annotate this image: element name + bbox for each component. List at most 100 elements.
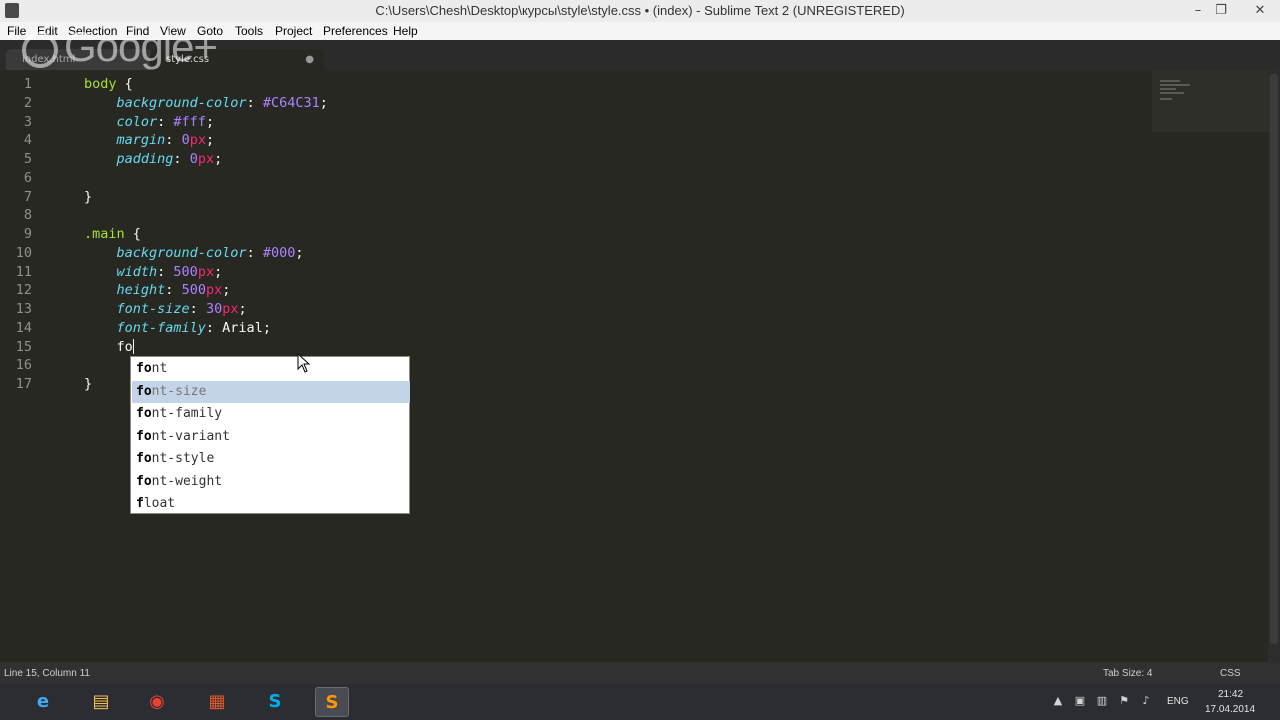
code-token: px	[222, 301, 239, 317]
autocomplete-item[interactable]: font-family	[132, 403, 410, 425]
line-number: 13	[15, 301, 32, 317]
match-text: fo	[136, 406, 152, 421]
minimap-line	[1160, 84, 1190, 86]
code-line[interactable]: 10 background-color: #000;	[0, 244, 1150, 263]
line-number: 7	[23, 188, 32, 205]
window-title-bar: C:\Users\Chesh\Desktop\курсы\style\style…	[0, 0, 1280, 22]
code-line[interactable]: 5 padding: 0px;	[0, 150, 1150, 169]
code-token: .main	[84, 226, 125, 242]
skype-icon[interactable]: S	[258, 687, 292, 717]
menu-preferences[interactable]: Preferences	[323, 24, 388, 38]
line-number: 4	[23, 132, 32, 149]
code-line[interactable]: 15 fo	[0, 338, 1150, 357]
action-center-icon[interactable]: ⚑	[1117, 695, 1131, 707]
windows-taskbar: e ▤ ◉ ▦ S S ▲ ▣ ▥ ⚑ ♪ ENG 21:42 17.04.20…	[0, 684, 1280, 720]
code-text: margin: 0px;	[84, 131, 215, 150]
match-text: f	[136, 496, 144, 511]
code-token: background-color	[116, 94, 247, 111]
autocomplete-item[interactable]: font-style	[132, 448, 410, 470]
code-text: font-family: Arial;	[84, 319, 271, 338]
code-line[interactable]: 13 font-size: 30px;	[0, 300, 1150, 319]
autocomplete-item[interactable]: font	[132, 358, 410, 380]
language-indicator[interactable]: ENG	[1167, 696, 1189, 707]
code-line[interactable]: 8	[0, 206, 1150, 225]
minimap-line	[1160, 92, 1184, 94]
minimap-line	[1160, 98, 1172, 100]
code-token: 0	[181, 132, 190, 149]
tab-size-indicator[interactable]: Tab Size: 4	[1103, 668, 1152, 679]
code-token: :	[157, 113, 174, 130]
modified-dot-icon[interactable]: ●	[305, 49, 314, 70]
code-line[interactable]: 2 background-color: #C64C31;	[0, 94, 1150, 113]
code-token: color	[116, 113, 158, 130]
code-token: 30	[205, 301, 223, 317]
code-token: :	[246, 94, 263, 111]
completion-rest: nt-style	[151, 451, 215, 466]
code-line[interactable]: 9 .main {	[0, 225, 1150, 244]
autocomplete-item[interactable]: font-variant	[132, 426, 410, 448]
match-text: fo	[136, 451, 152, 466]
syntax-indicator[interactable]: CSS	[1220, 668, 1241, 679]
code-line[interactable]: 1 body {	[0, 75, 1150, 94]
minimap-line	[1160, 80, 1180, 82]
code-line[interactable]: 11 width: 500px;	[0, 263, 1150, 282]
internet-explorer-icon[interactable]: e	[26, 687, 60, 717]
clock-time[interactable]: 21:42	[1218, 689, 1243, 700]
line-number: 9	[23, 226, 32, 242]
menu-help[interactable]: Help	[393, 24, 418, 38]
scrollbar-thumb[interactable]	[1270, 74, 1278, 644]
code-token: ;	[214, 263, 223, 280]
code-text: }	[84, 375, 92, 394]
code-text: padding: 0px;	[84, 150, 223, 169]
google-plus-watermark: Google+	[22, 23, 218, 70]
autocomplete-item[interactable]: font-size	[132, 380, 410, 403]
match-text: fo	[136, 383, 152, 399]
chrome-icon[interactable]: ◉	[140, 687, 174, 717]
code-text: font-size: 30px;	[84, 300, 247, 319]
apps-grid-icon[interactable]: ▦	[200, 687, 234, 717]
completion-rest: nt-family	[151, 406, 223, 421]
network-icon[interactable]: ▥	[1095, 695, 1109, 707]
menu-tools[interactable]: Tools	[235, 24, 263, 38]
autocomplete-item[interactable]: float	[132, 493, 410, 515]
minimap[interactable]	[1152, 70, 1268, 132]
line-number: 3	[23, 113, 32, 130]
code-token: ;	[295, 244, 304, 261]
code-line[interactable]: 7}	[0, 188, 1150, 207]
code-token: 500	[173, 263, 198, 280]
maximize-button[interactable]: ❐	[1208, 0, 1234, 22]
vertical-scrollbar[interactable]	[1268, 70, 1280, 662]
line-number: 2	[23, 94, 32, 111]
code-token: width	[116, 263, 158, 280]
autocomplete-popup[interactable]: font font-size font-family font-variant font…	[130, 356, 410, 514]
tray-app-icon[interactable]: ▣	[1073, 695, 1087, 707]
match-text: fo	[136, 473, 152, 489]
tray-overflow-icon[interactable]: ▲	[1051, 695, 1065, 707]
code-line[interactable]: 3 color: #fff;	[0, 113, 1150, 132]
clock-date[interactable]: 17.04.2014	[1205, 704, 1255, 715]
volume-icon[interactable]: ♪	[1139, 695, 1153, 707]
code-token: {	[116, 76, 133, 92]
code-token: }	[84, 376, 93, 392]
code-token: #000	[262, 244, 296, 261]
line-number: 16	[15, 357, 32, 374]
code-line[interactable]: 12 height: 500px;	[0, 281, 1150, 300]
file-explorer-icon[interactable]: ▤	[84, 687, 118, 717]
code-line[interactable]: 4 margin: 0px;	[0, 131, 1150, 150]
close-button[interactable]: ✕	[1240, 0, 1280, 22]
code-token: ;	[205, 132, 215, 149]
sublime-text-taskbar-icon[interactable]: S	[315, 687, 349, 717]
line-number: 12	[15, 282, 32, 299]
menu-project[interactable]: Project	[275, 24, 312, 38]
line-number: 6	[23, 169, 32, 186]
line-number: 11	[15, 263, 32, 280]
unmatched-text: lo	[143, 496, 160, 511]
autocomplete-item[interactable]: font-weight	[132, 471, 410, 493]
code-line[interactable]: 6	[0, 169, 1150, 188]
code-line[interactable]: 14 font-family: Arial;	[0, 319, 1150, 338]
line-number: 1	[23, 76, 32, 92]
